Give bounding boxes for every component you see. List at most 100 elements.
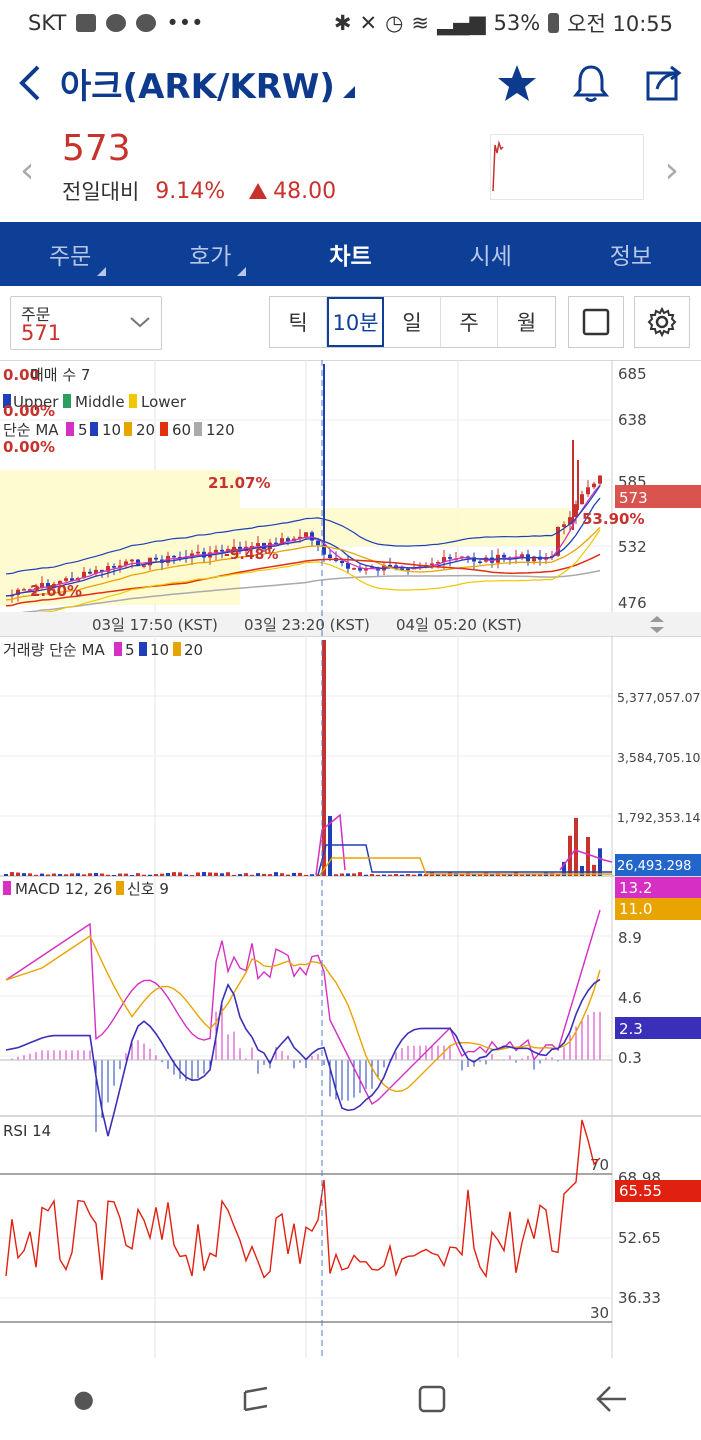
vol-ma5-label: 5 (125, 641, 135, 659)
volume-bar (172, 872, 176, 876)
period-tick[interactable]: 틱 (270, 297, 327, 347)
candle-body (112, 566, 116, 568)
candle-body (388, 564, 392, 567)
next-coin-button[interactable]: › (665, 150, 679, 191)
share-icon[interactable] (645, 63, 683, 103)
volume-bar (124, 873, 128, 876)
vol-ma20-label: 20 (184, 641, 203, 659)
tab-market-price[interactable]: 시세 (421, 222, 561, 286)
volume-bar (16, 872, 20, 876)
title-dropdown-icon[interactable] (342, 86, 355, 98)
volume-bar (388, 874, 392, 876)
period-week[interactable]: 주 (441, 297, 498, 347)
recent-apps-icon[interactable] (241, 1384, 271, 1414)
wifi-icon: ≋ (411, 11, 430, 35)
volume-bar (160, 873, 164, 876)
ma10-label: 10 (102, 421, 121, 439)
back-nav-icon[interactable] (594, 1384, 628, 1414)
period-month[interactable]: 월 (498, 297, 555, 347)
order-price-select[interactable]: 주문 571 (10, 296, 162, 350)
time-label-1: 03일 17:50 (KST) (92, 616, 218, 634)
env-legend: 매매 수 7 (30, 366, 90, 384)
volume-bar (10, 872, 14, 876)
mute-icon: ✕ (359, 11, 378, 35)
chart-canvas[interactable]: 0.00 매매 수 7 Upper Middle Lower 0.00% 단순 … (0, 359, 701, 1358)
hist-value-label: 2.3 (619, 1020, 643, 1038)
candle-body (478, 561, 482, 563)
home-icon[interactable] (417, 1384, 447, 1414)
volume-bar (130, 874, 134, 876)
bell-icon[interactable] (573, 63, 609, 103)
app-header: 아크(ARK/KRW) (0, 50, 701, 116)
period-day[interactable]: 일 (384, 297, 441, 347)
current-price: 573 (62, 128, 131, 169)
vol-tick-2: 3,584,705.107 (617, 750, 701, 765)
price-tick-685: 685 (618, 365, 647, 383)
zero-pct-1: 0.00% (3, 402, 55, 420)
volume-bar (82, 874, 86, 876)
candle-body (172, 555, 176, 558)
main-tabs: 주문 호가 차트 시세 정보 (0, 222, 701, 286)
tab-orderbook[interactable]: 호가 (140, 222, 280, 286)
volume-bar (88, 873, 92, 876)
settings-button[interactable] (634, 296, 690, 348)
volume-bar (76, 873, 80, 876)
gear-icon (647, 307, 677, 337)
volume-bar (28, 873, 32, 876)
mini-sparkline (490, 134, 644, 200)
candle-body (214, 549, 218, 553)
candle-body (256, 543, 260, 547)
volume-bar (256, 873, 260, 876)
candle-body (406, 568, 410, 571)
volume-bar (70, 873, 74, 876)
volume-bar (364, 874, 368, 876)
ma-legend-label: 단순 MA (3, 421, 59, 439)
dot-button[interactable]: ● (73, 1385, 94, 1413)
candle-body (502, 554, 506, 558)
pct-annotation-3: 53.90% (582, 510, 644, 528)
candle-body (142, 565, 146, 567)
rsi-legend-label: RSI 14 (3, 1122, 51, 1140)
volume-bar (406, 874, 410, 876)
page-title[interactable]: 아크(ARK/KRW) (60, 59, 335, 108)
volume-bar (22, 873, 26, 876)
favorite-star-icon[interactable] (497, 63, 537, 103)
time-label-3: 04일 05:20 (KST) (396, 616, 522, 634)
period-10min[interactable]: 10분 (327, 297, 384, 347)
candle-body (316, 540, 320, 546)
volume-bar (112, 874, 116, 876)
tab-info[interactable]: 정보 (561, 222, 701, 286)
volume-bar (280, 873, 284, 876)
chart-toolbar: 주문 571 틱 10분 일 주 월 (0, 286, 701, 362)
volume-bar (310, 874, 314, 876)
tab-order[interactable]: 주문 (0, 222, 140, 286)
fullscreen-button[interactable] (568, 296, 624, 348)
chart-area[interactable]: 0.00 매매 수 7 Upper Middle Lower 0.00% 단순 … (0, 359, 701, 1358)
volume-bar (100, 873, 104, 876)
volume-bar (46, 874, 50, 876)
candle-body (586, 487, 590, 495)
rsi-tick-3: 36.33 (618, 1289, 661, 1307)
up-arrow-icon (249, 183, 268, 199)
prev-coin-button[interactable]: ‹ (20, 150, 34, 191)
zero-pct-2: 0.00% (3, 438, 55, 456)
talk-notification-icon (106, 14, 127, 32)
volume-legend-label: 거래량 단순 MA (3, 641, 105, 659)
candle-body (154, 557, 158, 560)
volume-bar (346, 873, 350, 876)
volume-bar (190, 874, 194, 876)
volume-bar (334, 874, 338, 876)
system-nav-bar: ● (0, 1358, 701, 1440)
volume-bar (136, 873, 140, 876)
signal-legend-label: 신호 9 (127, 880, 169, 898)
volume-bar (304, 874, 308, 876)
back-button[interactable] (0, 63, 60, 103)
battery-icon (548, 13, 560, 33)
volume-bar (586, 837, 590, 876)
candle-body (196, 551, 200, 554)
more-notifications-icon: ••• (166, 11, 204, 35)
clock: 오전 10:55 (567, 12, 673, 36)
volume-bar (118, 873, 122, 876)
tab-chart[interactable]: 차트 (280, 222, 420, 286)
volume-bar (244, 873, 248, 876)
